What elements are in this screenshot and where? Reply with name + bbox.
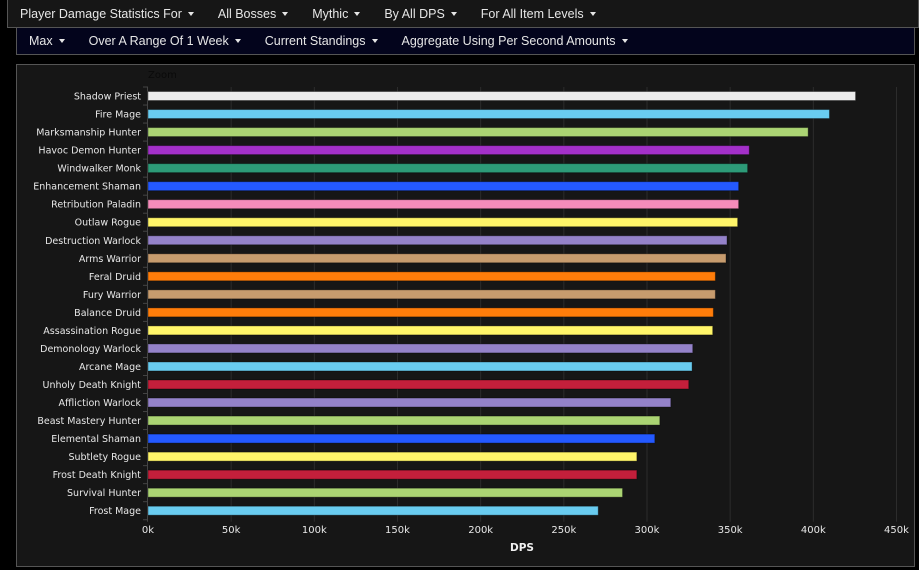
x-tick-label: 50k [222,525,241,536]
x-tick-label: 300k [635,525,660,536]
y-tick-label: Enhancement Shaman [33,182,141,193]
chart-panel: Zoom Shadow Priest Fire Mage Marksmanship … [16,64,915,567]
x-tick-label: 150k [385,525,410,536]
bar-demonology-warlock[interactable] [147,343,694,354]
x-tick-label: 350k [718,525,743,536]
y-tick-label: Havoc Demon Hunter [38,146,141,157]
y-tick-label: Subtlety Rogue [68,452,141,463]
x-tick-label: 0k [142,525,154,536]
y-tick-label: Outlaw Rogue [75,218,142,229]
y-tick-label: Shadow Priest [74,92,141,103]
y-tick-label: Survival Hunter [67,488,141,499]
bar-unholy-death-knight[interactable] [147,379,690,390]
bars [147,91,857,516]
bar-fury-warrior[interactable] [147,289,716,300]
y-tick-label: Affliction Warlock [59,398,142,409]
y-tick-label: Beast Mastery Hunter [37,416,141,427]
dps-bar-chart: Zoom Shadow Priest Fire Mage Marksmanship … [33,70,909,554]
y-tick-label: Balance Druid [74,308,141,319]
y-tick-label: Marksmanship Hunter [36,128,141,139]
bar-feral-druid[interactable] [147,271,716,282]
y-tick-labels: Shadow Priest Fire Mage Marksmanship Hunte… [33,92,141,518]
bar-elemental-shaman[interactable] [147,433,656,444]
bar-arcane-mage[interactable] [147,361,693,372]
y-tick-label: Fire Mage [95,110,141,121]
bar-survival-hunter[interactable] [147,487,624,498]
y-tick-label: Feral Druid [89,272,141,283]
y-tick-label: Retribution Paladin [51,200,141,211]
y-tick-label: Unholy Death Knight [42,380,141,391]
bar-enhancement-shaman[interactable] [147,181,740,192]
x-tick-label: 250k [551,525,576,536]
y-tick-label: Windwalker Monk [57,164,141,175]
bar-fire-mage[interactable] [147,109,830,120]
bar-affliction-warlock[interactable] [147,397,672,408]
x-tick-label: 100k [302,525,327,536]
bar-havoc-demon-hunter[interactable] [147,145,750,156]
bar-beast-mastery-hunter[interactable] [147,415,661,426]
bar-frost-death-knight[interactable] [147,469,638,480]
x-tick-labels: 0k 50k 100k 150k 200k 250k 300k 350k 400k 450k [142,525,909,536]
y-tick-label: Frost Death Knight [53,470,142,481]
x-tick-label: 400k [801,525,826,536]
bar-frost-mage[interactable] [147,505,599,516]
bar-balance-druid[interactable] [147,307,714,318]
bar-windwalker-monk[interactable] [147,163,749,174]
x-tick-label: 450k [884,525,909,536]
y-tick-label: Arms Warrior [79,254,141,265]
y-tick-label: Demonology Warlock [40,344,141,355]
bar-arms-warrior[interactable] [147,253,727,264]
bar-retribution-paladin[interactable] [147,199,740,210]
bar-destruction-warlock[interactable] [147,235,728,246]
y-tick-label: Frost Mage [89,506,141,517]
bar-marksmanship-hunter[interactable] [147,127,809,138]
bar-outlaw-rogue[interactable] [147,217,739,228]
bar-assassination-rogue[interactable] [147,325,714,336]
bar-subtlety-rogue[interactable] [147,451,638,462]
y-tick-label: Elemental Shaman [51,434,141,445]
y-tick-label: Destruction Warlock [45,236,141,247]
y-tick-label: Fury Warrior [83,290,141,301]
x-axis-title: DPS [510,542,534,554]
zoom-label[interactable]: Zoom [148,70,177,81]
x-tick-label: 200k [468,525,493,536]
y-axis [143,86,148,522]
y-tick-label: Assassination Rogue [43,326,141,337]
bar-shadow-priest[interactable] [147,91,857,102]
y-tick-label: Arcane Mage [79,362,141,373]
